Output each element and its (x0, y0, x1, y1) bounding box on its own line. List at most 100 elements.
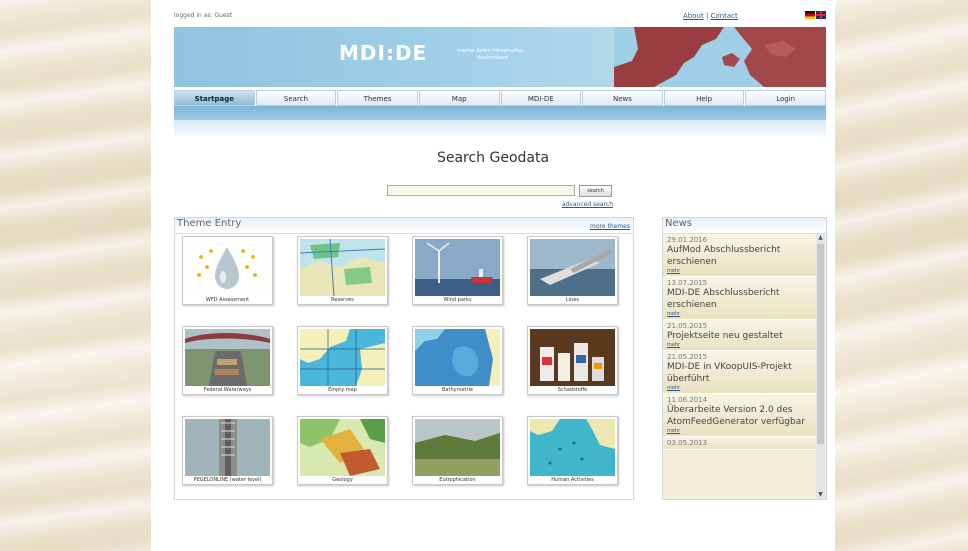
theme-tile[interactable]: Eutrophication (412, 416, 503, 485)
news-item[interactable]: 11.06.2014 Überarbeite Version 2.0 des A… (663, 394, 816, 437)
theme-tile-label: Human Activities (551, 477, 594, 483)
theme-tile-label: Schadstoffe (557, 387, 588, 393)
news-item[interactable]: 21.05.2015 MDI-DE in VKoopUIS-Projekt üb… (663, 351, 816, 394)
news-item[interactable]: 29.01.2016 AufMod Abschlussbericht ersch… (663, 234, 816, 277)
news-headline[interactable]: Projektseite neu gestaltet (667, 330, 813, 342)
chemical-bottles-icon (530, 329, 615, 386)
theme-tile-label: WFD Assessment (205, 297, 250, 303)
pipeline-ship-icon (530, 239, 615, 296)
contact-link[interactable]: Contact (711, 12, 738, 20)
search-input[interactable] (387, 185, 575, 196)
link-separator: | (705, 12, 709, 20)
geology-map-icon (300, 419, 385, 476)
news-headline[interactable]: MDI-DE in VKoopUIS-Projekt überführt (667, 361, 813, 385)
page: logged in as: Guest About | Contact MDI:… (151, 0, 835, 551)
reserves-map-icon (300, 239, 385, 296)
background-right (835, 0, 968, 551)
news-date: 21.05.2015 (667, 353, 708, 361)
tab-startpage[interactable]: Startpage (174, 90, 255, 106)
news-item[interactable]: 03.05.2013 (663, 437, 816, 450)
theme-tile-label: Wind parks (443, 297, 472, 303)
logo-subtitle: marine daten infrastruktur deutschland (457, 48, 524, 62)
theme-tile-label: Lines (565, 297, 580, 303)
advanced-search-link[interactable]: advanced search (551, 201, 613, 208)
search-title: Search Geodata (436, 150, 550, 166)
news-more-link[interactable]: mehr (667, 428, 813, 434)
theme-tile[interactable]: WFD Assessment (182, 236, 273, 305)
news-date: 03.05.2013 (667, 439, 708, 447)
top-links: About | Contact (683, 12, 738, 20)
theme-tile[interactable]: Federal Waterways (182, 326, 273, 395)
theme-tile[interactable]: Bathymetrie (412, 326, 503, 395)
logo-subtitle-line-2: deutschland (477, 55, 508, 61)
news-item[interactable]: 21.05.2015 Projektseite neu gestaltet me… (663, 320, 816, 351)
scroll-thumb[interactable] (817, 244, 824, 444)
news-scrollbar[interactable]: ▲ ▼ (816, 234, 825, 499)
news-date: 21.05.2015 (667, 322, 708, 330)
news-list: 29.01.2016 AufMod Abschlussbericht ersch… (663, 234, 816, 450)
theme-tile-label: Federal Waterways (203, 387, 252, 393)
news-more-link[interactable]: mehr (667, 385, 813, 391)
theme-tile[interactable]: Wind parks (412, 236, 503, 305)
news-headline[interactable]: AufMod Abschlussbericht erschienen (667, 244, 813, 268)
more-themes-link[interactable]: more themes (590, 223, 630, 230)
theme-tile[interactable]: PEGELONLINE (water level) (182, 416, 273, 485)
news-panel: News 29.01.2016 AufMod Abschlussbericht … (662, 217, 827, 500)
theme-tile[interactable]: Empty map (297, 326, 388, 395)
theme-tile[interactable]: Schadstoffe (527, 326, 618, 395)
wind-turbine-icon (415, 239, 500, 296)
language-switch (805, 11, 826, 19)
nav-subbar (174, 106, 826, 120)
waterway-ship-icon (185, 329, 270, 386)
news-date: 11.06.2014 (667, 396, 708, 404)
news-date: 29.01.2016 (667, 236, 708, 244)
main-navigation: Startpage Search Themes Map MDI-DE News … (174, 90, 826, 106)
theme-tile-label: Eutrophication (439, 477, 476, 483)
news-item[interactable]: 13.07.2015 MDI-DE Abschlussbericht ersch… (663, 277, 816, 320)
news-headline[interactable]: Überarbeite Version 2.0 des AtomFeedGene… (667, 404, 813, 428)
theme-tile-label: Reserves (331, 297, 354, 303)
theme-tile-label: Geology (332, 477, 353, 483)
login-status: logged in as: Guest (174, 12, 233, 19)
header-banner: MDI:DE marine daten infrastruktur deutsc… (174, 27, 826, 87)
news-panel-title: News (665, 218, 693, 229)
theme-tile[interactable]: Human Activities (527, 416, 618, 485)
news-headline[interactable]: MDI-DE Abschlussbericht erschienen (667, 287, 813, 311)
water-drop-icon (185, 239, 270, 296)
gauge-pole-icon (185, 419, 270, 476)
bathymetry-icon (415, 329, 500, 386)
tab-mdi-de[interactable]: MDI-DE (500, 90, 582, 106)
news-panel-header: News (663, 218, 826, 234)
tab-news[interactable]: News (582, 90, 663, 106)
german-flag-icon[interactable] (805, 11, 815, 19)
scroll-down-icon[interactable]: ▼ (816, 491, 825, 499)
news-more-link[interactable]: mehr (667, 311, 813, 317)
scroll-up-icon[interactable]: ▲ (816, 234, 825, 242)
about-link[interactable]: About (683, 12, 704, 20)
theme-tile[interactable]: Lines (527, 236, 618, 305)
eutrophication-icon (415, 419, 500, 476)
theme-tile[interactable]: Reserves (297, 236, 388, 305)
tab-search[interactable]: Search (255, 90, 337, 106)
news-more-link[interactable]: mehr (667, 342, 813, 348)
theme-tile-label: Bathymetrie (441, 387, 473, 393)
empty-map-icon (300, 329, 385, 386)
theme-entry-panel: Theme Entry more themes WFD Assessment R… (174, 217, 634, 500)
theme-tile-label: PEGELONLINE (water level) (193, 477, 262, 483)
theme-panel-header: Theme Entry more themes (175, 218, 633, 234)
mdi-de-logo[interactable]: MDI:DE (339, 41, 427, 65)
theme-tile-label: Empty map (328, 387, 357, 393)
tab-help[interactable]: Help (663, 90, 745, 106)
search-button[interactable]: search (579, 185, 612, 197)
map-icon (614, 27, 826, 87)
tab-login[interactable]: Login (745, 90, 826, 106)
nav-subbar-gradient (174, 120, 826, 136)
theme-tile[interactable]: Geology (297, 416, 388, 485)
theme-panel-title: Theme Entry (177, 218, 242, 229)
tab-map[interactable]: Map (418, 90, 500, 106)
tab-themes[interactable]: Themes (337, 90, 418, 106)
english-flag-icon[interactable] (816, 11, 826, 19)
news-more-link[interactable]: mehr (667, 268, 813, 274)
human-activities-map-icon (530, 419, 615, 476)
background-left (0, 0, 151, 551)
